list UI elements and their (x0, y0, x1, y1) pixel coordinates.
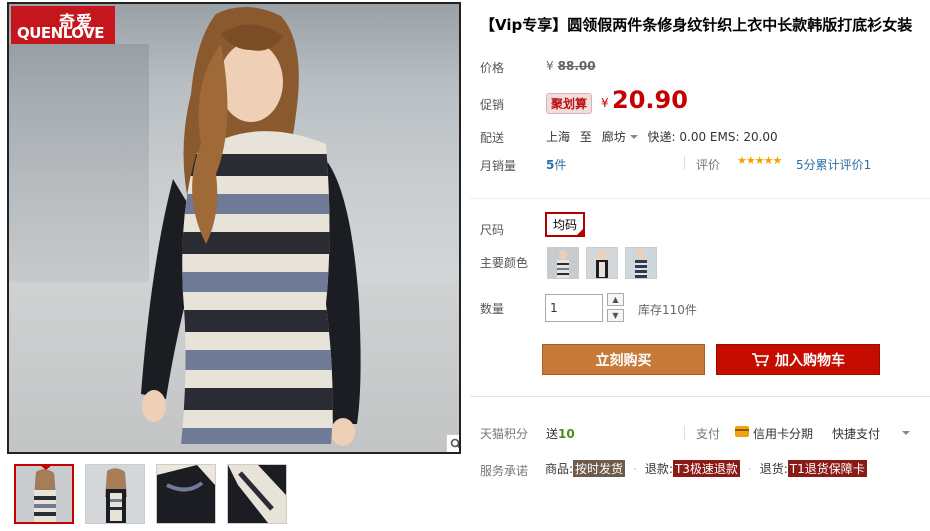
service-item1-prefix: 商品: (545, 462, 574, 476)
review-summary-link[interactable]: 5分累计评价1 (796, 156, 871, 173)
quick-pay-link[interactable]: 快捷支付 (832, 425, 880, 442)
add-to-cart-button[interactable]: 加入购物车 (716, 344, 880, 375)
product-title: 【Vip专享】圆领假两件条修身纹针织上衣中长款韩版打底衫女装 (480, 16, 913, 34)
shipping-destination[interactable]: 廊坊 (602, 130, 626, 144)
chevron-down-icon[interactable] (902, 431, 910, 435)
quantity-input[interactable]: 1 (545, 294, 603, 322)
color-swatch-1[interactable] (547, 247, 579, 279)
points-number: 10 (558, 427, 575, 441)
shipping-to-word: 至 (579, 130, 592, 144)
size-option-selected[interactable]: 均码 (545, 212, 585, 237)
service-tag-return-guarantee[interactable]: T1退货保障卡 (787, 460, 867, 477)
buy-now-button[interactable]: 立刻购买 (542, 344, 705, 375)
quantity-label: 数量 (480, 302, 505, 316)
color-label: 主要颜色 (480, 256, 529, 270)
zoom-icon[interactable] (446, 434, 459, 452)
stock-count: 库存110件 (638, 303, 697, 317)
color-swatch-3[interactable] (625, 247, 657, 279)
promo-badge: 聚划算 (546, 93, 593, 114)
thumbnail-1[interactable] (14, 464, 74, 524)
installment-link[interactable]: 信用卡分期 (753, 425, 813, 442)
divider (470, 396, 930, 397)
main-product-image[interactable]: 奇爱 QUENLOVE (7, 2, 461, 454)
review-label: 评价 (696, 158, 721, 172)
quantity-decrease-button[interactable]: ▼ (607, 309, 624, 322)
original-price: ¥88.00 (546, 59, 596, 73)
thumbnail-strip (14, 464, 287, 524)
shipping-label: 配送 (480, 131, 505, 145)
cart-icon (752, 352, 769, 366)
sales-label: 月销量 (480, 159, 517, 173)
service-tag-fast-refund[interactable]: T3极速退款 (672, 460, 740, 477)
payment-label: 支付 (696, 427, 721, 441)
service-label: 服务承诺 (480, 464, 529, 478)
brand-logo: 奇爱 QUENLOVE (11, 6, 115, 44)
add-to-cart-label: 加入购物车 (775, 352, 845, 369)
monthly-sales: 5件 (546, 156, 566, 173)
divider (684, 156, 685, 170)
brand-logo-en: QUENLOVE (17, 24, 104, 42)
monthly-sales-unit: 件 (554, 158, 567, 172)
star-rating-icon: ★★★★★ (737, 154, 782, 167)
size-label: 尺码 (480, 223, 505, 237)
thumbnail-4[interactable] (227, 464, 287, 524)
service-item2-prefix: 退款: (644, 462, 673, 476)
shipping-fee: 快递: 0.00 EMS: 20.00 (647, 130, 778, 144)
thumbnail-3[interactable] (156, 464, 216, 524)
divider (470, 198, 930, 199)
chevron-down-icon[interactable] (629, 135, 638, 139)
separator-dot: · (747, 461, 752, 476)
color-swatches (547, 247, 657, 279)
quantity-increase-button[interactable]: ▲ (607, 293, 624, 306)
price-label: 价格 (480, 61, 505, 75)
points-prefix: 送 (546, 427, 559, 441)
service-tag-on-time[interactable]: 按时发货 (573, 460, 626, 477)
model-illustration (141, 6, 361, 446)
divider (684, 426, 685, 440)
points-value: 送10 (546, 425, 575, 442)
color-swatch-2[interactable] (586, 247, 618, 279)
shipping-info: 上海 至 廊坊 快递: 0.00 EMS: 20.00 (546, 128, 778, 145)
promo-price-value: 20.90 (612, 86, 688, 114)
shipping-from: 上海 (546, 130, 571, 144)
points-label: 天猫积分 (480, 427, 529, 441)
original-price-value: 88.00 (557, 59, 596, 73)
service-promises: 商品: 按时发货 · 退款: T3极速退款 · 退货: T1退货保障卡 (545, 460, 867, 477)
thumbnail-2[interactable] (85, 464, 145, 524)
separator-dot: · (633, 461, 637, 476)
promo-price-currency: ¥ (601, 96, 609, 110)
service-item3-prefix: 退货: (759, 462, 788, 476)
credit-card-icon (735, 426, 749, 437)
original-price-currency: ¥ (546, 59, 554, 73)
promo-label: 促销 (480, 98, 505, 112)
